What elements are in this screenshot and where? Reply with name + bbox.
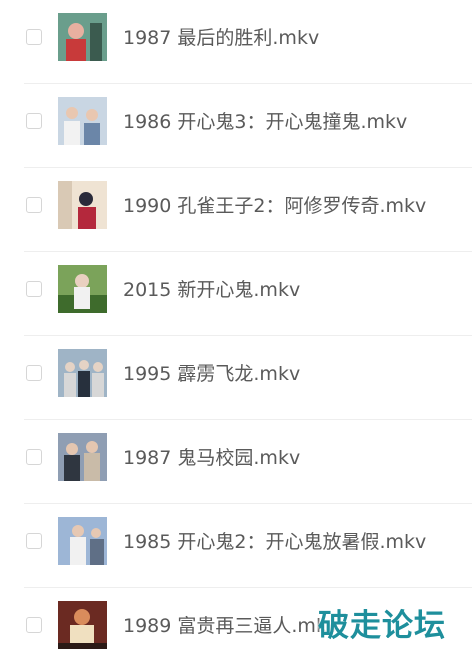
file-name[interactable]: 1987 最后的胜利.mkv [123,24,319,52]
file-name[interactable]: 1990 孔雀王子2：阿修罗传奇.mkv [123,192,426,220]
file-list: 1987 最后的胜利.mkv 1986 开心鬼3：开心鬼撞鬼.mkv 1990 … [0,0,472,653]
file-name[interactable]: 1989 富贵再三逼人.mkv [123,612,338,640]
file-row[interactable]: 1987 鬼马校园.mkv [0,420,472,504]
select-checkbox[interactable] [26,113,42,129]
file-name[interactable]: 1987 鬼马校园.mkv [123,444,300,472]
file-name[interactable]: 1995 霹雳飞龙.mkv [123,360,300,388]
select-checkbox[interactable] [26,617,42,633]
file-row[interactable]: 1990 孔雀王子2：阿修罗传奇.mkv [0,168,472,252]
video-thumbnail[interactable] [58,181,107,229]
file-row[interactable]: 1987 最后的胜利.mkv [0,0,472,84]
forum-watermark: 破走论坛 [318,608,446,644]
select-checkbox[interactable] [26,533,42,549]
file-name[interactable]: 2015 新开心鬼.mkv [123,276,300,304]
video-thumbnail[interactable] [58,97,107,145]
file-row[interactable]: 1985 开心鬼2：开心鬼放暑假.mkv [0,504,472,588]
select-checkbox[interactable] [26,29,42,45]
file-name[interactable]: 1985 开心鬼2：开心鬼放暑假.mkv [123,528,426,556]
video-thumbnail[interactable] [58,349,107,397]
video-thumbnail[interactable] [58,265,107,313]
video-thumbnail[interactable] [58,601,107,649]
video-thumbnail[interactable] [58,517,107,565]
select-checkbox[interactable] [26,365,42,381]
file-row[interactable]: 2015 新开心鬼.mkv [0,252,472,336]
file-name[interactable]: 1986 开心鬼3：开心鬼撞鬼.mkv [123,108,407,136]
select-checkbox[interactable] [26,449,42,465]
video-thumbnail[interactable] [58,13,107,61]
select-checkbox[interactable] [26,281,42,297]
video-thumbnail[interactable] [58,433,107,481]
file-row[interactable]: 1986 开心鬼3：开心鬼撞鬼.mkv [0,84,472,168]
file-row[interactable]: 1995 霹雳飞龙.mkv [0,336,472,420]
select-checkbox[interactable] [26,197,42,213]
